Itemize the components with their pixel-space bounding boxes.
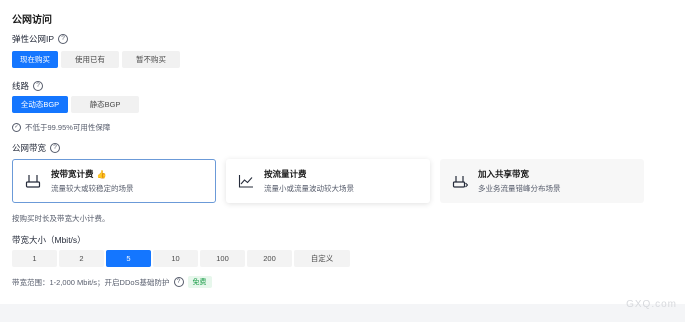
line-option-static-bgp[interactable]: 静态BGP [71, 96, 139, 113]
bandwidth-option-custom[interactable]: 自定义 [294, 250, 350, 267]
bandwidth-icon [25, 175, 41, 188]
shared-bandwidth-icon [452, 176, 468, 188]
billing-card-title: 按流量计费 [264, 169, 307, 179]
line-label-row: 线路 ? [12, 80, 44, 92]
section-title: 公网访问 [12, 15, 52, 26]
free-badge: 免费 [187, 276, 212, 288]
check-circle-icon: ✓ [12, 123, 21, 132]
line-option-dynamic-bgp[interactable]: 全动态BGP [12, 96, 68, 113]
bandwidth-range-row: 带宽范围：1-2,000 Mbit/s；开启DDoS基础防护 ? 免费 [12, 276, 212, 288]
billing-card-traffic[interactable]: 按流量计费 流量小或流量波动较大场景 [226, 159, 430, 203]
bandwidth-option-1[interactable]: 1 [12, 250, 57, 267]
footer-bar [0, 304, 685, 322]
eip-option-not-buy[interactable]: 暂不购买 [122, 51, 180, 68]
billing-card-title: 加入共享带宽 [478, 169, 530, 179]
help-icon[interactable]: ? [173, 277, 184, 287]
eip-option-buy-now[interactable]: 现在购买 [12, 51, 58, 68]
bandwidth-options: 1 2 5 10 100 200 自定义 [12, 250, 350, 267]
billing-card-desc: 流量较大或较稳定的场景 [51, 184, 134, 193]
eip-label: 弹性公网IP [12, 34, 55, 44]
traffic-chart-icon [238, 175, 253, 188]
help-icon[interactable]: ? [50, 143, 61, 153]
billing-note: 按购买时长及带宽大小计费。 [12, 214, 110, 223]
billing-card-title: 按带宽计费 [51, 169, 94, 179]
bandwidth-range-note: 带宽范围：1-2,000 Mbit/s；开启DDoS基础防护 [12, 277, 170, 287]
line-note-row: ✓ 不低于99.95%可用性保障 [12, 122, 110, 133]
bandwidth-option-5[interactable]: 5 [106, 250, 151, 267]
eip-option-use-existing[interactable]: 使用已有 [61, 51, 119, 68]
watermark: GXQ.com [626, 299, 677, 310]
billing-card-desc: 流量小或流量波动较大场景 [264, 184, 354, 193]
billing-label-row: 公网带宽 ? [12, 142, 61, 154]
billing-card-desc: 多业务流量错峰分布场景 [478, 184, 561, 193]
help-icon[interactable]: ? [58, 34, 69, 44]
eip-label-row: 弹性公网IP ? [12, 33, 69, 45]
billing-label: 公网带宽 [12, 143, 47, 153]
bandwidth-option-10[interactable]: 10 [153, 250, 198, 267]
bandwidth-option-200[interactable]: 200 [247, 250, 292, 267]
bandwidth-label: 带宽大小（Mbit/s） [12, 235, 86, 245]
billing-card-bandwidth[interactable]: 按带宽计费 👍 流量较大或较稳定的场景 [12, 159, 216, 203]
line-options: 全动态BGP 静态BGP [12, 96, 139, 113]
bandwidth-option-100[interactable]: 100 [200, 250, 245, 267]
bandwidth-option-2[interactable]: 2 [59, 250, 104, 267]
billing-card-shared[interactable]: 加入共享带宽 多业务流量错峰分布场景 [440, 159, 644, 203]
thumb-up-icon: 👍 [96, 169, 107, 179]
help-icon[interactable]: ? [33, 81, 44, 91]
eip-options: 现在购买 使用已有 暂不购买 [12, 51, 180, 68]
line-note: 不低于99.95%可用性保障 [25, 123, 111, 132]
line-label: 线路 [12, 81, 30, 91]
